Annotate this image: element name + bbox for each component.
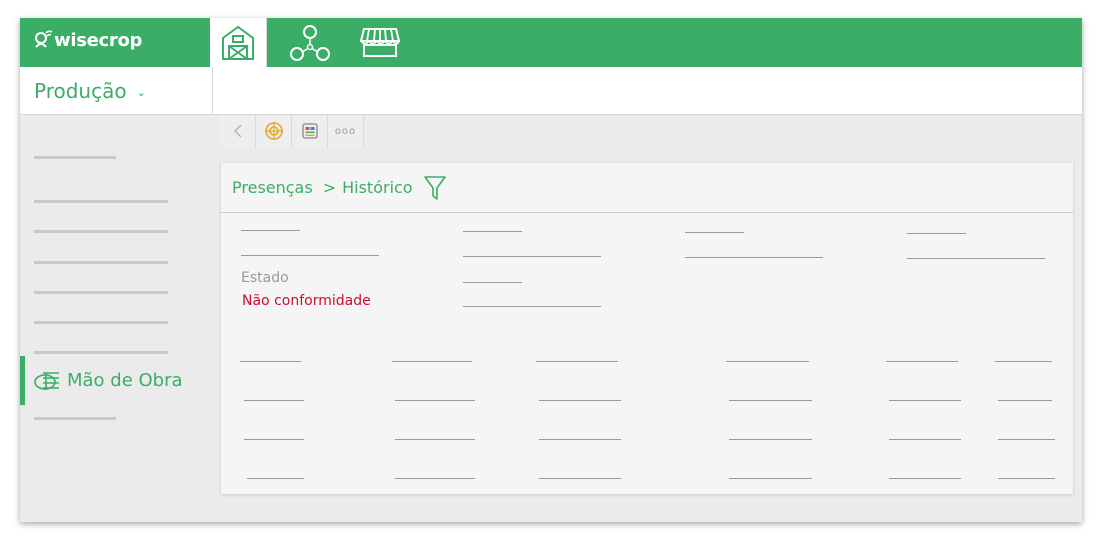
breadcrumb-separator: > [322, 178, 337, 197]
status-label: Estado [241, 270, 289, 286]
sidebar-placeholder [34, 156, 116, 159]
table-cell-placeholder [729, 400, 812, 401]
top-navigation-bar: wisecrop [20, 18, 1082, 68]
table-cell-placeholder [998, 400, 1052, 401]
nav-market-button[interactable] [353, 18, 407, 67]
table-cell-placeholder [536, 361, 618, 362]
sidebar-placeholder [34, 230, 168, 233]
report-icon [301, 123, 318, 139]
table-cell-placeholder [244, 439, 304, 440]
table-cell-placeholder [998, 439, 1055, 440]
leaf-logo-icon [35, 30, 53, 48]
table-cell-placeholder [392, 361, 472, 362]
target-icon [264, 122, 283, 140]
filter-icon[interactable] [423, 175, 447, 201]
table-cell-placeholder [726, 361, 809, 362]
workforce-icon [34, 371, 59, 390]
sidebar-placeholder [34, 417, 116, 420]
field-placeholder [463, 282, 522, 283]
network-icon [290, 24, 330, 61]
table-cell-placeholder [889, 478, 961, 479]
table-cell-placeholder [240, 361, 301, 362]
table-cell-placeholder [889, 400, 961, 401]
sidebar-item-mao-de-obra[interactable]: Mão de Obra [20, 356, 212, 405]
table-cell-placeholder [886, 361, 958, 362]
field-placeholder [907, 233, 966, 234]
table-cell-placeholder [395, 400, 475, 401]
field-placeholder [241, 255, 379, 256]
field-placeholder [241, 230, 300, 231]
table-cell-placeholder [998, 478, 1055, 479]
sidebar-placeholder [34, 351, 168, 354]
context-bar: Produção ⌄ [20, 67, 1082, 115]
toolbar: ooo [220, 115, 364, 147]
table-cell-placeholder [995, 361, 1052, 362]
field-placeholder [685, 232, 744, 233]
module-selector-label: Produção [34, 78, 127, 103]
field-placeholder [463, 231, 522, 232]
module-selector[interactable]: Produção ⌄ [20, 67, 213, 114]
table-cell-placeholder [395, 439, 475, 440]
more-icon: ooo [334, 125, 357, 137]
breadcrumb-current: Histórico [342, 178, 413, 197]
nav-network-button[interactable] [283, 18, 337, 67]
table-cell-placeholder [729, 478, 812, 479]
nav-barn-button[interactable] [210, 18, 267, 68]
table-cell-placeholder [539, 478, 621, 479]
chevron-down-icon: ⌄ [136, 85, 146, 99]
chevron-left-icon [233, 124, 242, 138]
table-cell-placeholder [729, 439, 812, 440]
table-cell-placeholder [395, 478, 475, 479]
sidebar-placeholder [34, 291, 168, 294]
barn-icon [222, 25, 254, 60]
sidebar-placeholder [34, 261, 168, 264]
status-value: Não conformidade [242, 293, 371, 309]
sidebar-item-label: Mão de Obra [67, 370, 183, 391]
market-stall-icon [359, 27, 401, 57]
table-cell-placeholder [247, 478, 304, 479]
active-indicator [20, 356, 25, 405]
module-nav [210, 18, 423, 68]
table-cell-placeholder [539, 439, 621, 440]
history-panel: Presenças > Histórico Estado Não conform… [221, 163, 1073, 494]
app-logo[interactable]: wisecrop [34, 29, 142, 51]
field-placeholder [463, 256, 601, 257]
panel-header: Presenças > Histórico [221, 163, 1073, 213]
app-logo-text: wisecrop [54, 29, 143, 51]
field-placeholder [685, 257, 823, 258]
table-cell-placeholder [539, 400, 621, 401]
back-button[interactable] [220, 115, 256, 147]
field-placeholder [463, 306, 601, 307]
sidebar-placeholder [34, 321, 168, 324]
more-options-button[interactable]: ooo [328, 115, 364, 147]
target-button[interactable] [256, 115, 292, 147]
table-cell-placeholder [244, 400, 304, 401]
sidebar-placeholder [34, 200, 168, 203]
app-window: wisecrop Produção ⌄ Mão de Obra ooo Pres… [20, 18, 1082, 522]
report-button[interactable] [292, 115, 328, 147]
sidebar: Mão de Obra [20, 115, 212, 522]
breadcrumb-parent[interactable]: Presenças [232, 178, 313, 197]
table-cell-placeholder [889, 439, 961, 440]
field-placeholder [907, 258, 1045, 259]
